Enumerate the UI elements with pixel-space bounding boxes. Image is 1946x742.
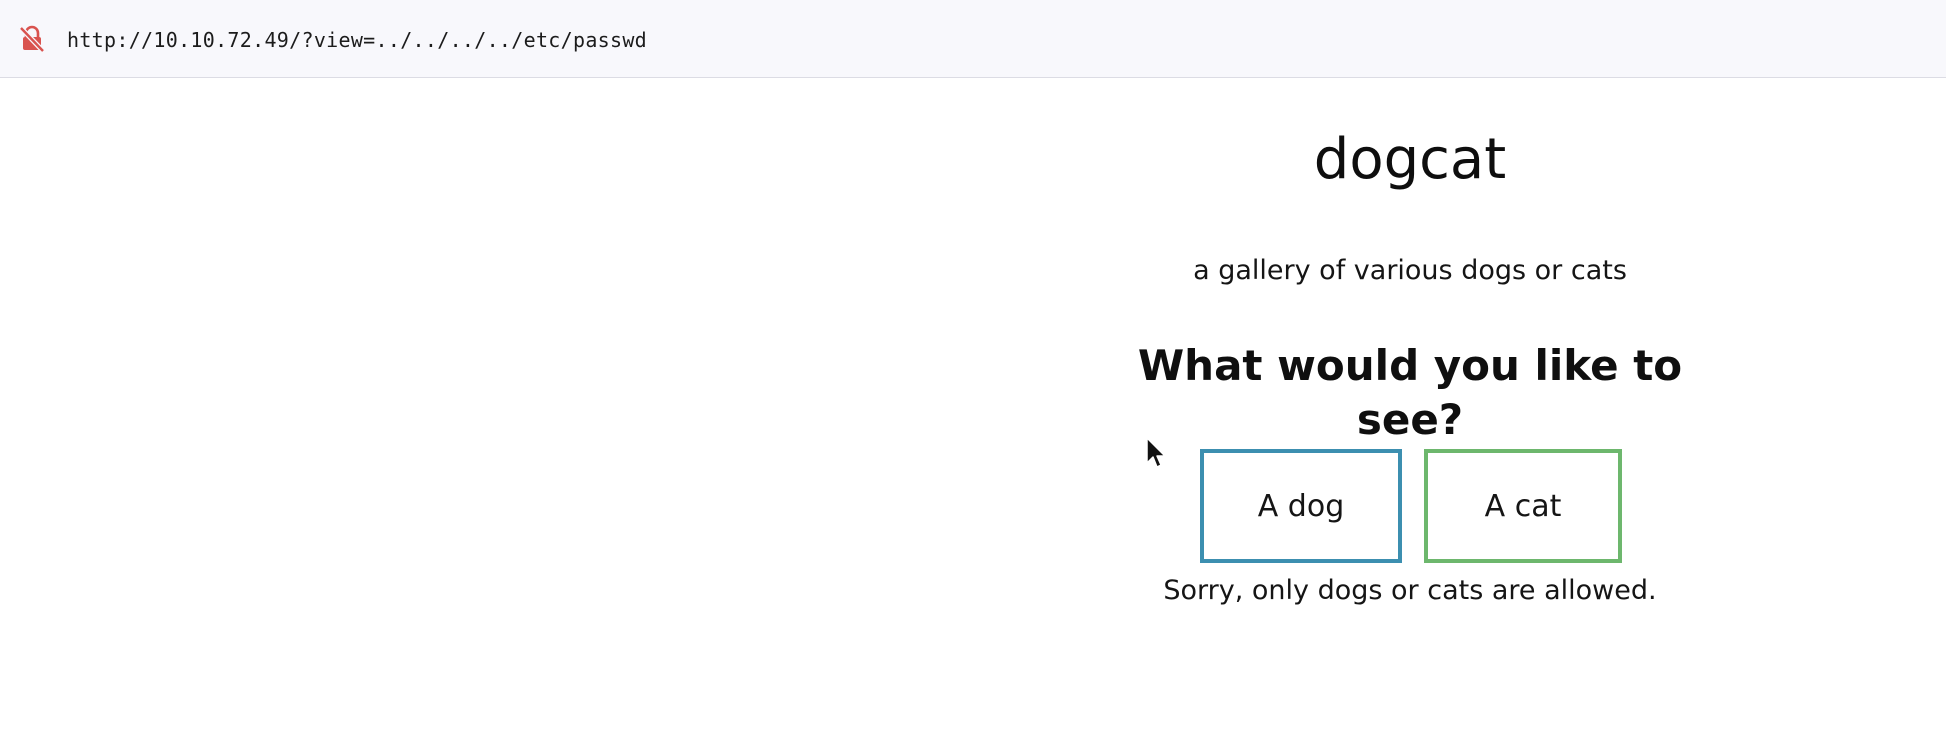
page-content: dogcat a gallery of various dogs or cats… bbox=[0, 79, 1946, 742]
page-subtitle: a gallery of various dogs or cats bbox=[1193, 255, 1627, 286]
dog-button[interactable]: A dog bbox=[1200, 449, 1402, 563]
address-bar[interactable]: http://10.10.72.49/?view=../../../../etc… bbox=[0, 0, 1946, 78]
insecure-lock-icon[interactable] bbox=[17, 24, 47, 54]
page-title: dogcat bbox=[1313, 127, 1507, 192]
mouse-pointer-icon bbox=[1145, 436, 1167, 470]
question-heading: What would you like to see? bbox=[1137, 341, 1683, 444]
url-text[interactable]: http://10.10.72.49/?view=../../../../etc… bbox=[67, 26, 647, 54]
error-message: Sorry, only dogs or cats are allowed. bbox=[1163, 575, 1657, 606]
cat-button[interactable]: A cat bbox=[1424, 449, 1622, 563]
